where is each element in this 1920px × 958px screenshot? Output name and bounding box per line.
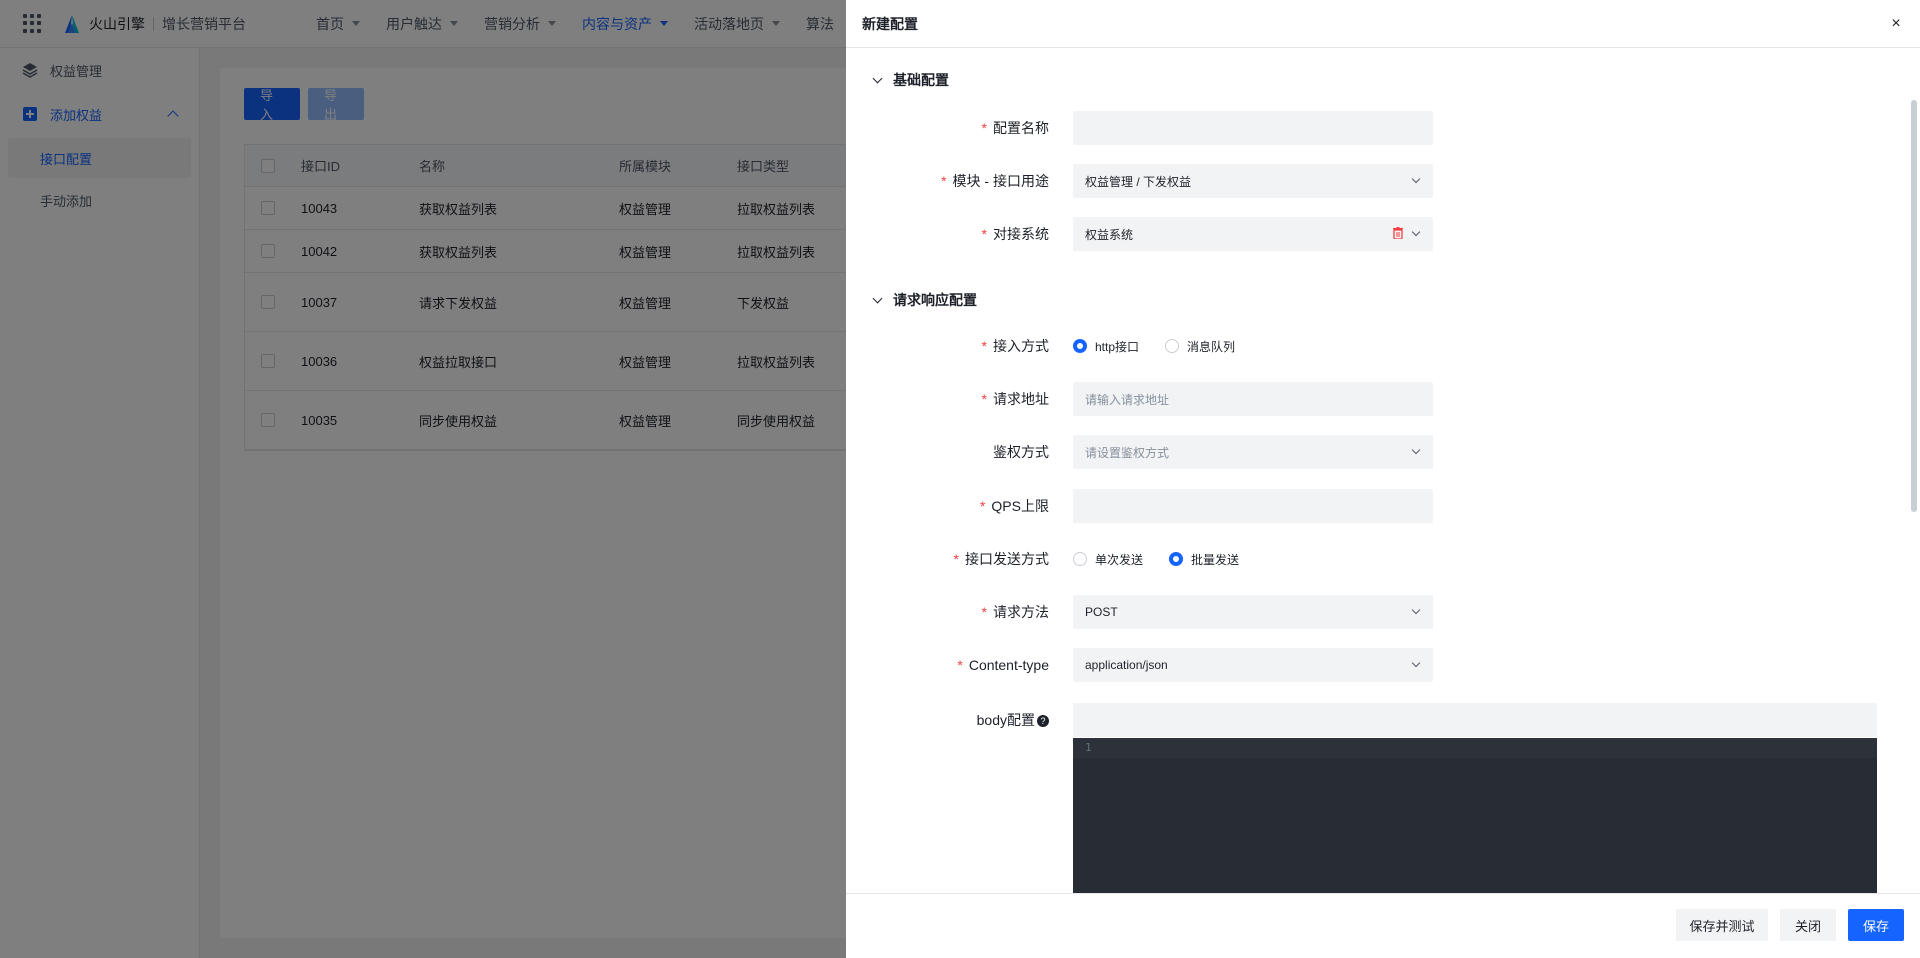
field-label: * 接口发送方式 <box>953 551 1049 567</box>
drawer-title: 新建配置 <box>862 15 918 32</box>
save-button[interactable]: 保存 <box>1848 909 1904 941</box>
save-and-test-button[interactable]: 保存并测试 <box>1676 909 1768 941</box>
field-label: * 配置名称 <box>981 120 1049 136</box>
help-icon[interactable]: ? <box>1037 715 1049 727</box>
radio-unchecked-icon <box>1165 339 1180 353</box>
drawer-footer: 保存并测试 关闭 保存 <box>846 893 1920 958</box>
field-label: * 请求地址 <box>981 391 1049 407</box>
module-usage-select[interactable]: 权益管理 / 下发权益 <box>1073 164 1433 198</box>
delete-icon[interactable] <box>1393 227 1403 239</box>
chevron-down-icon <box>872 73 883 83</box>
drawer-header: 新建配置 × <box>846 0 1920 48</box>
section-request-config[interactable]: 请求响应配置 <box>872 290 977 310</box>
close-icon[interactable]: × <box>1886 14 1906 34</box>
field-label: * Content-type <box>957 657 1049 673</box>
radio-single-send[interactable]: 单次发送 <box>1073 551 1143 568</box>
system-select[interactable]: 权益系统 <box>1073 217 1433 251</box>
radio-message-queue[interactable]: 消息队列 <box>1165 338 1235 355</box>
radio-http[interactable]: http接口 <box>1073 338 1139 355</box>
method-select[interactable]: POST <box>1073 595 1433 629</box>
auth-select[interactable]: 请设置鉴权方式 <box>1073 435 1433 469</box>
required-mark: * <box>941 173 947 189</box>
content-type-select[interactable]: application/json <box>1073 648 1433 682</box>
required-mark: * <box>981 120 987 136</box>
field-label: 鉴权方式 <box>993 444 1049 460</box>
form-row-config-name: * 配置名称 <box>846 111 1920 145</box>
required-mark: * <box>979 498 986 514</box>
field-label: * 请求方法 <box>981 604 1049 620</box>
required-mark: * <box>981 604 987 620</box>
field-label: * 接入方式 <box>981 338 1049 354</box>
form-row-send-mode: * 接口发送方式 单次发送 批量发送 <box>846 542 1920 576</box>
radio-checked-icon <box>1073 339 1087 353</box>
form-row-request-url: * 请求地址 请输入请求地址 <box>846 382 1920 416</box>
required-mark: * <box>981 338 987 354</box>
qps-input[interactable] <box>1073 489 1433 523</box>
form-row-auth: 鉴权方式 请设置鉴权方式 <box>846 435 1920 469</box>
request-url-input[interactable]: 请输入请求地址 <box>1073 382 1433 416</box>
form-row-access-mode: * 接入方式 http接口 消息队列 <box>846 329 1920 363</box>
required-mark: * <box>981 226 987 242</box>
radio-batch-send[interactable]: 批量发送 <box>1169 551 1239 568</box>
radio-unchecked-icon <box>1073 552 1087 566</box>
form-row-method: * 请求方法 POST <box>846 595 1920 629</box>
chevron-down-icon <box>872 293 883 303</box>
field-label: * 模块 - 接口用途 <box>941 173 1049 189</box>
field-label: body配置? <box>846 710 1049 730</box>
required-mark: * <box>981 391 987 407</box>
editor-line-number: 1 <box>1073 738 1877 758</box>
config-name-input[interactable] <box>1073 111 1433 145</box>
field-label: * QPS上限 <box>979 498 1049 514</box>
form-row-system: * 对接系统 权益系统 <box>846 217 1920 251</box>
form-row-content-type: * Content-type application/json <box>846 648 1920 682</box>
chevron-down-icon <box>1411 605 1421 615</box>
chevron-down-icon <box>1411 227 1421 237</box>
close-button[interactable]: 关闭 <box>1780 909 1836 941</box>
new-config-drawer: 新建配置 × 基础配置 * 配置名称 * 模块 - 接口用途 权益管理 / 下发权益… <box>846 0 1920 958</box>
form-row-qps: * QPS上限 <box>846 489 1920 523</box>
body-editor-toolbar <box>1073 703 1877 737</box>
chevron-down-icon <box>1411 174 1421 184</box>
drawer-body: 基础配置 * 配置名称 * 模块 - 接口用途 权益管理 / 下发权益 * 对接系统 … <box>846 48 1920 893</box>
required-mark: * <box>957 657 963 673</box>
required-mark: * <box>953 551 959 567</box>
body-code-editor[interactable]: 1 <box>1073 738 1877 893</box>
access-mode-radio-group: http接口 消息队列 <box>1073 338 1261 355</box>
section-basic-config[interactable]: 基础配置 <box>872 70 949 90</box>
field-label: * 对接系统 <box>981 226 1049 242</box>
radio-checked-icon <box>1169 552 1184 566</box>
chevron-down-icon <box>1411 445 1421 455</box>
chevron-down-icon <box>1411 658 1421 668</box>
form-row-module-usage: * 模块 - 接口用途 权益管理 / 下发权益 <box>846 164 1920 198</box>
send-mode-radio-group: 单次发送 批量发送 <box>1073 551 1265 568</box>
